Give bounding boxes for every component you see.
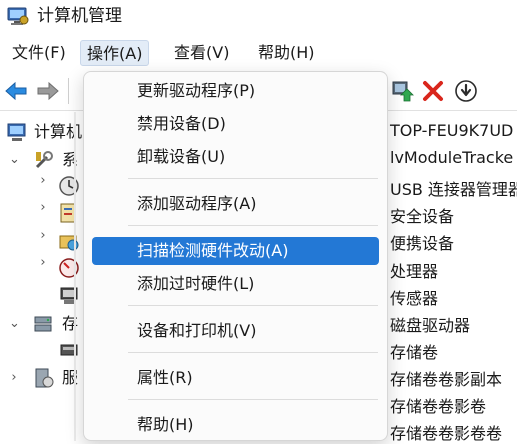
list-item[interactable]: 存储卷卷影卷卷 xyxy=(390,420,502,444)
menu-action[interactable]: 操作(A) xyxy=(80,40,150,66)
disk-management-icon xyxy=(60,344,78,356)
download-icon[interactable] xyxy=(454,79,478,103)
chevron-down-icon[interactable]: ⌄ xyxy=(9,147,20,173)
menu-uninstall-device[interactable]: 卸载设备(U) xyxy=(92,143,379,171)
list-item[interactable]: 存储卷卷影卷 xyxy=(390,393,486,417)
menu-help[interactable]: 帮助(H) xyxy=(252,40,321,66)
list-item[interactable]: 便携设备 xyxy=(390,230,454,254)
menu-devices-and-printers[interactable]: 设备和打印机(V) xyxy=(92,317,379,345)
title-bar: 计算机管理 xyxy=(0,0,517,34)
performance-icon xyxy=(59,258,79,278)
list-item[interactable]: 存储卷 xyxy=(390,339,438,363)
shared-folders-icon xyxy=(59,235,79,251)
menu-disable-device[interactable]: 禁用设备(D) xyxy=(92,110,379,138)
list-item[interactable]: 磁盘驱动器 xyxy=(390,312,470,336)
menu-view[interactable]: 查看(V) xyxy=(168,40,235,66)
menu-properties[interactable]: 属性(R) xyxy=(92,364,379,392)
menu-add-driver[interactable]: 添加驱动程序(A) xyxy=(92,190,379,218)
event-viewer-icon xyxy=(60,203,76,223)
chevron-right-icon[interactable]: › xyxy=(38,228,48,254)
toolbar-separator xyxy=(68,78,69,104)
chevron-right-icon[interactable]: › xyxy=(38,255,48,281)
list-item[interactable]: 处理器 xyxy=(390,258,438,282)
menu-separator xyxy=(128,225,378,226)
computer-management-icon xyxy=(7,7,29,25)
scan-hardware-icon[interactable] xyxy=(390,79,414,103)
computer-icon xyxy=(7,123,26,141)
menu-bar: 文件(F) 操作(A) 查看(V) 帮助(H) xyxy=(0,36,517,70)
chevron-right-icon[interactable]: › xyxy=(9,365,19,391)
list-item[interactable]: 安全设备 xyxy=(390,203,454,227)
chevron-right-icon[interactable]: › xyxy=(38,173,48,199)
back-arrow-icon[interactable] xyxy=(4,79,28,103)
storage-icon xyxy=(34,316,52,332)
pane-splitter[interactable] xyxy=(74,112,76,441)
list-item[interactable]: TOP-FEU9K7UD xyxy=(390,121,513,140)
system-tools-icon xyxy=(35,151,53,169)
menu-separator xyxy=(128,305,378,306)
device-manager-icon xyxy=(60,287,78,304)
delete-icon[interactable] xyxy=(421,79,445,103)
list-item[interactable]: lvModuleTracke xyxy=(390,148,513,167)
window-title: 计算机管理 xyxy=(37,6,122,26)
task-scheduler-icon xyxy=(59,176,79,196)
menu-update-driver[interactable]: 更新驱动程序(P) xyxy=(92,77,379,105)
menu-add-legacy-hardware[interactable]: 添加过时硬件(L) xyxy=(92,270,379,298)
menu-help-item[interactable]: 帮助(H) xyxy=(92,411,379,439)
menu-file[interactable]: 文件(F) xyxy=(6,40,72,66)
menu-separator xyxy=(128,178,378,179)
menu-scan-hardware-changes[interactable]: 扫描检测硬件改动(A) xyxy=(92,237,379,265)
menu-separator xyxy=(128,399,378,400)
forward-arrow-icon[interactable] xyxy=(36,79,60,103)
list-item[interactable]: USB 连接器管理器 xyxy=(390,176,517,200)
list-item[interactable]: 传感器 xyxy=(390,285,438,309)
menu-separator xyxy=(128,352,378,353)
action-dropdown-menu: 更新驱动程序(P) 禁用设备(D) 卸载设备(U) 添加驱动程序(A) 扫描检测… xyxy=(83,71,388,441)
list-item[interactable]: 存储卷卷影副本 xyxy=(390,366,502,390)
services-icon xyxy=(35,368,54,388)
chevron-right-icon[interactable]: › xyxy=(38,200,48,226)
chevron-down-icon[interactable]: ⌄ xyxy=(9,311,20,337)
